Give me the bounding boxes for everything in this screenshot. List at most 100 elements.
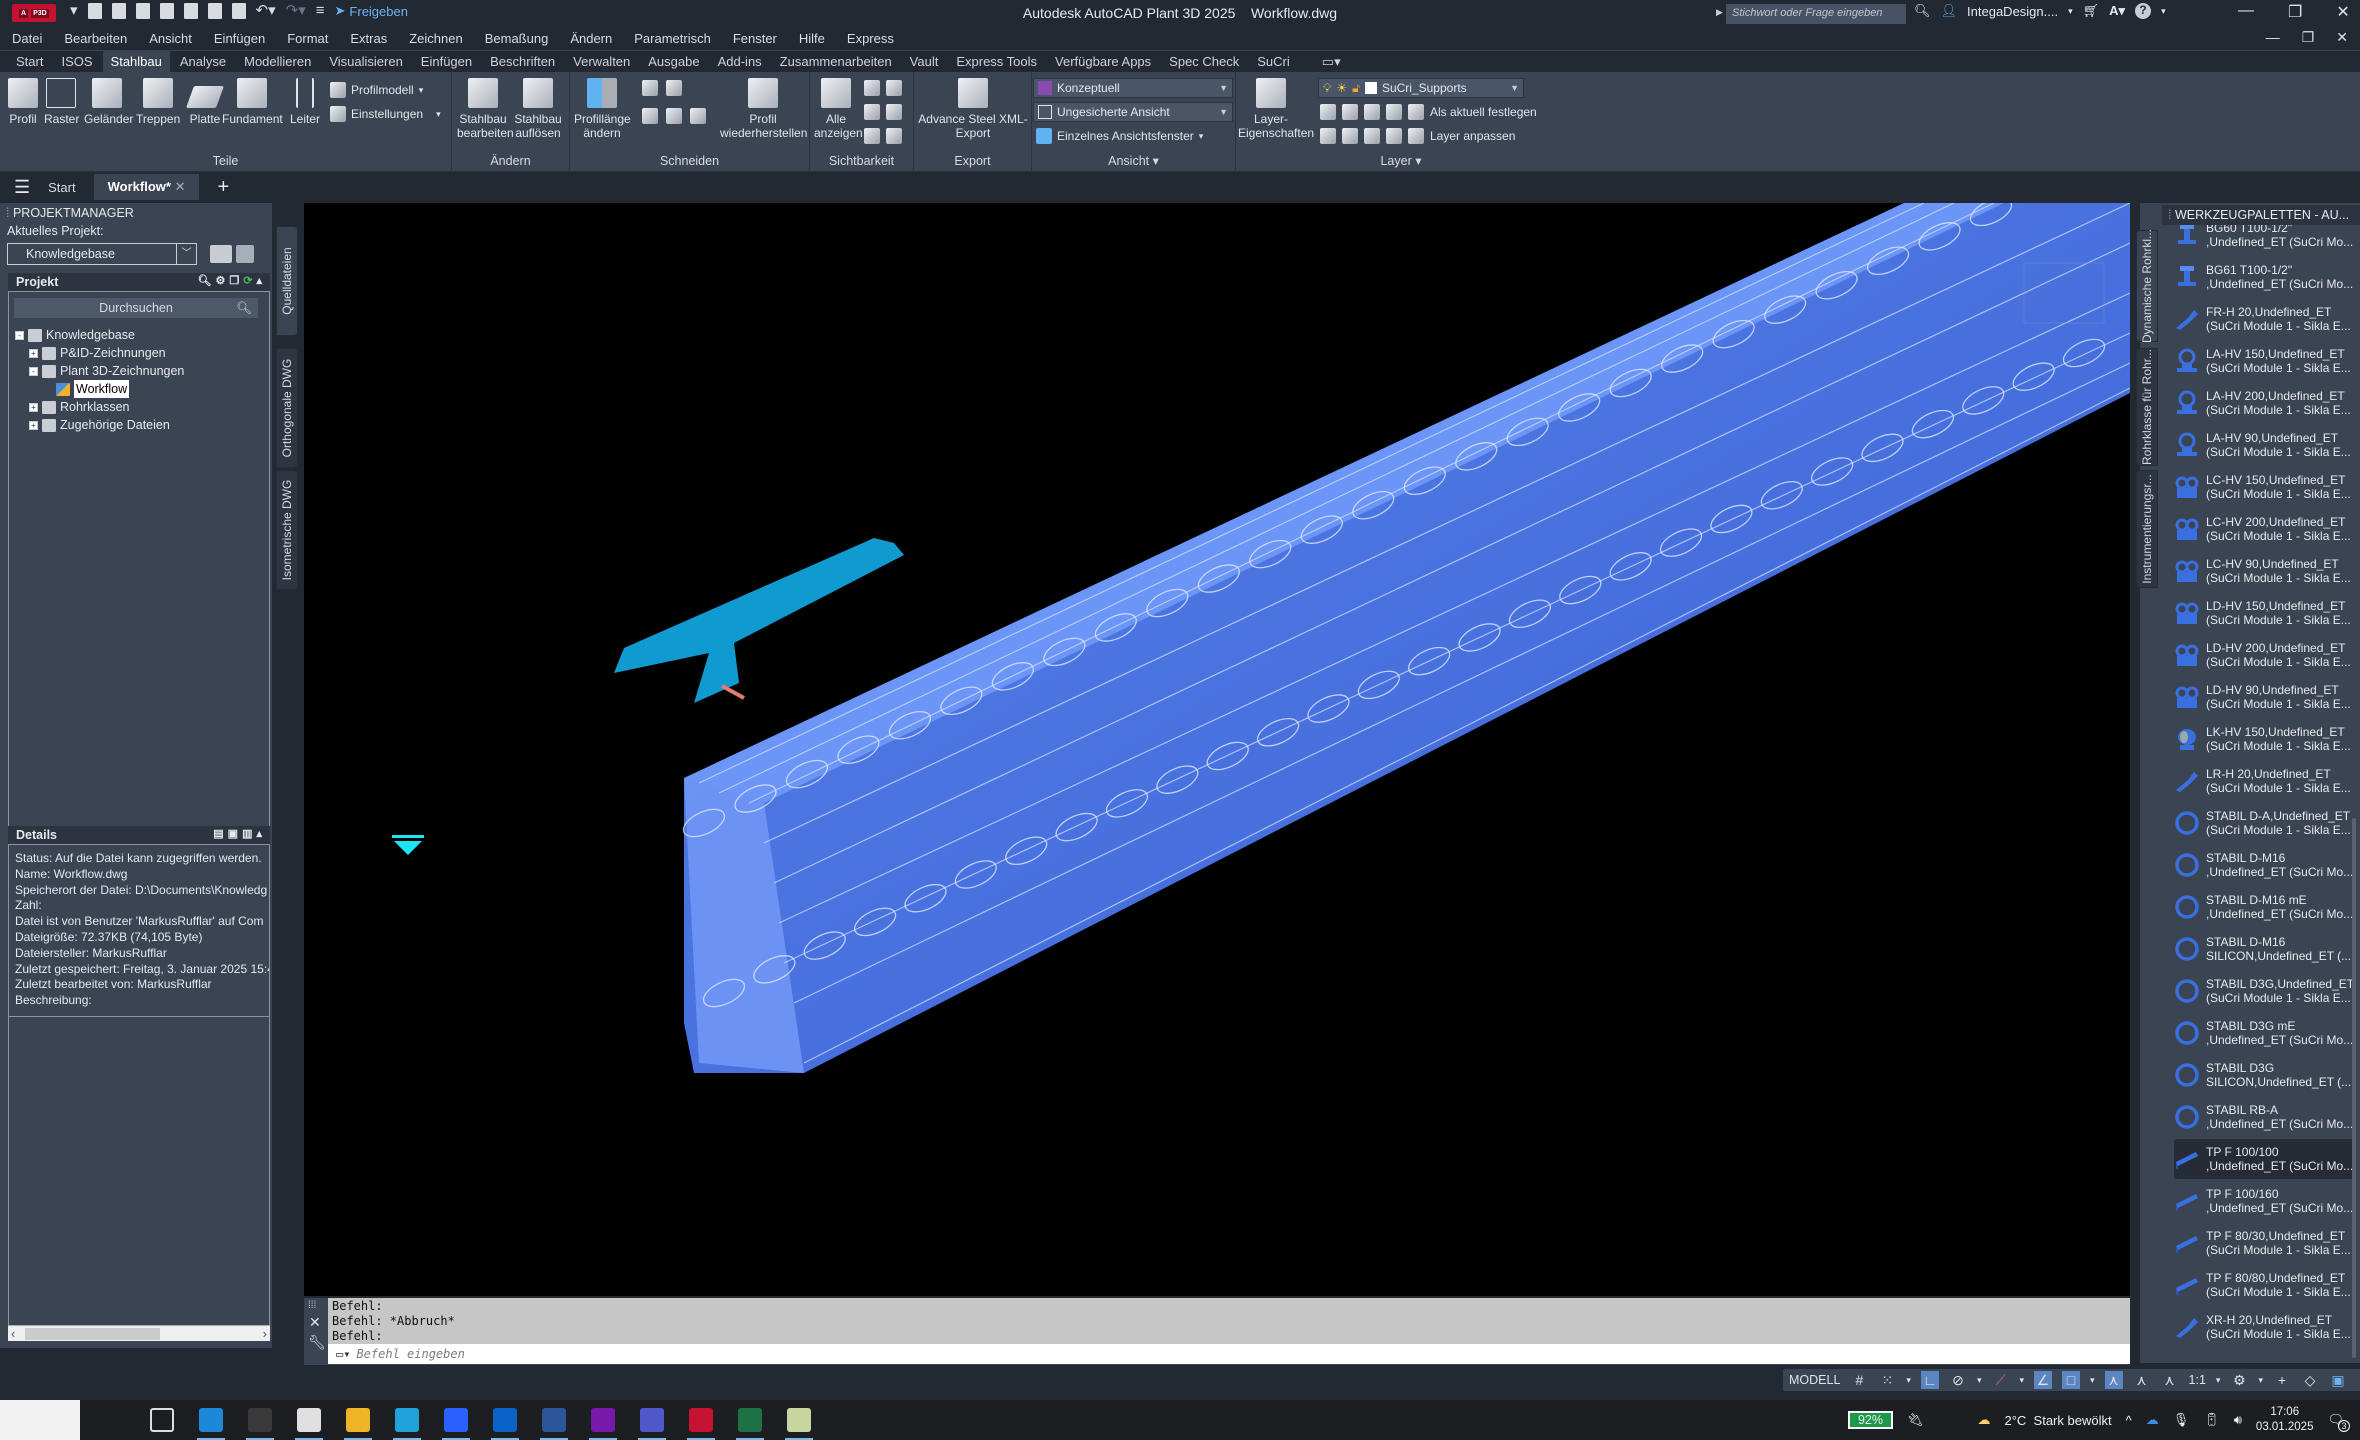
project-search-input[interactable]: Durchsuchen 🔍︎ [14,298,258,318]
leiter-button[interactable]: Leiter [288,78,322,126]
ribbon-tab-verwalten[interactable]: Verwalten [565,51,638,72]
refresh-icon[interactable]: ⟳ [243,274,252,287]
show-selected-icon[interactable] [886,104,902,120]
annotation-visibility-icon[interactable]: ⋏ [2104,1371,2123,1389]
object-snap-tracking-icon[interactable]: ∠ [2034,1371,2052,1389]
palette-item[interactable]: STABIL D-M16 ,Undefined_ET (SuCri Mo... [2174,845,2354,885]
taskbar-app-task-view[interactable] [150,1408,174,1432]
chevron-down-icon[interactable]: ▾ [1977,1375,1982,1386]
einstellungen-dropdown[interactable]: Einstellungen ▾ [330,106,441,122]
isolate-objects-icon[interactable]: ◇ [2301,1371,2319,1389]
isolate-icon[interactable] [864,80,880,96]
menu-express[interactable]: Express [847,31,906,46]
menu-format[interactable]: Format [287,31,340,46]
taskbar-app-onenote[interactable] [589,1408,617,1440]
onedrive-icon[interactable]: ☁ [2146,1412,2159,1428]
layer-dropdown[interactable]: 💡︎ ☀ 🔓︎ SuCri_Supports ▼ [1318,78,1524,98]
toggle-icon[interactable] [864,128,880,144]
grid-icon[interactable]: # [1850,1371,1868,1389]
palette-item[interactable]: LR-H 20,Undefined_ET (SuCri Module 1 - Si… [2174,761,2354,801]
command-input[interactable]: ▭▾ Befehl eingeben [328,1344,2130,1364]
copy-icon[interactable]: ❐ [229,274,239,287]
annotation-scale-icon[interactable]: ⋏ [2161,1371,2179,1389]
search-icon[interactable]: 🔍︎ [1914,3,1931,19]
layer-off-icon[interactable] [1320,104,1336,120]
annotation-scale-value[interactable]: 1:1 [2189,1373,2206,1387]
clock[interactable]: 17:06 03.01.2025 [2256,1405,2314,1435]
hide-selected-icon[interactable] [864,104,880,120]
drawing-viewport[interactable] [304,203,2130,1296]
taskbar-app-teams[interactable] [638,1408,666,1440]
side-tab-orthogonale-dwg[interactable]: Orthogonale DWG [276,348,298,468]
restore-icon[interactable]: ❐ [2288,2,2302,22]
profilmodell-dropdown[interactable]: Profilmodell ▾ [330,82,423,98]
palette-item[interactable]: LC-HV 200,Undefined_ET (SuCri Module 1 - … [2174,509,2354,549]
doc-close-icon[interactable]: ✕ [2336,29,2348,46]
tree-node[interactable]: - Knowledgebase [15,326,184,344]
menu-zeichnen[interactable]: Zeichnen [409,31,474,46]
treppen-button[interactable]: Treppen [136,78,180,126]
tab-start[interactable]: Start [48,180,75,195]
taskbar-app-outlook[interactable] [491,1408,519,1440]
palette-tab-rohrklasse[interactable]: Rohrklasse für Rohr... [2136,348,2158,466]
taskbar-app-autocad-plant-3d[interactable] [687,1408,715,1440]
tree-node[interactable]: Workflow [15,380,184,398]
close-icon[interactable]: ✕ [309,1314,321,1331]
user-icon[interactable]: 👤︎ [1941,3,1958,19]
cut-icon[interactable] [642,80,658,96]
palette-item[interactable]: LA-HV 200,Undefined_ET (SuCri Module 1 - … [2174,383,2354,423]
collapse-icon[interactable]: - [15,330,24,340]
palette-item[interactable]: STABIL RB-A ,Undefined_ET (SuCri Mo... [2174,1097,2354,1137]
model-space-button[interactable]: MODELL [1789,1373,1840,1387]
palette-item[interactable]: TP F 80/30,Undefined_ET (SuCri Module 1 -… [2174,1223,2354,1263]
chevron-down-icon[interactable]: ▾ [1906,1375,1911,1386]
palette-item[interactable]: BG61 T100-1/2" ,Undefined_ET (SuCri Mo... [2174,257,2354,297]
visual-style-dropdown[interactable]: Konzeptuell ▼ [1033,78,1233,98]
user-account-menu[interactable]: IntegaDesign.... [1967,4,2058,19]
match-layer-button[interactable]: Layer anpassen [1430,129,1515,143]
ortho-icon[interactable]: ∟ [1920,1371,1939,1389]
search-expand-icon[interactable]: ▶ [1716,7,1723,18]
advance-steel-export-button[interactable]: Advance Steel XML- Export [916,78,1030,140]
doc-restore-icon[interactable]: ❐ [2302,29,2315,46]
profil-button[interactable]: Profil [6,78,40,126]
layer-on-icon[interactable] [1320,128,1336,144]
ribbon-tab-ausgabe[interactable]: Ausgabe [640,51,707,72]
menu-einfügen[interactable]: Einfügen [214,31,277,46]
project-settings-icon[interactable]: ⚙ [216,274,226,287]
ribbon-tab-vault[interactable]: Vault [902,51,947,72]
menu-bemaßung[interactable]: Bemaßung [485,31,561,46]
channel-profile-body[interactable] [684,203,2130,1073]
menu-fenster[interactable]: Fenster [733,31,789,46]
taskbar-app-miro[interactable] [442,1408,470,1440]
power-icon[interactable]: 🔋︎ [2203,1412,2220,1428]
ribbon-tab-start[interactable]: Start [8,51,51,72]
crosshair-plus-icon[interactable]: + [2273,1371,2291,1389]
gelaender-button[interactable]: Geländer [84,78,133,126]
palette-item[interactable]: LD-HV 90,Undefined_ET (SuCri Module 1 - S… [2174,677,2354,717]
grip-icon[interactable]: ⁞⁞⁞ [308,1300,316,1311]
collapse-icon[interactable]: - [29,366,38,376]
profil-wiederherstellen-button[interactable]: Profil wiederherstellen [720,78,807,140]
ribbon-tab-add-ins[interactable]: Add-ins [710,51,770,72]
chevron-down-icon[interactable]: ▾ [2090,1375,2095,1386]
print-icon[interactable] [210,245,232,263]
menu-ändern[interactable]: Ändern [570,31,624,46]
file-details-icon[interactable]: ▤ [213,827,223,840]
chevron-down-icon[interactable]: ▾ [2258,1375,2263,1386]
ribbon-tab-einfügen[interactable]: Einfügen [413,51,480,72]
microphone-icon[interactable]: 🎙︎ [2173,1412,2190,1428]
tree-node[interactable]: + Zugehörige Dateien [15,416,184,434]
layer-match-icon[interactable] [1342,104,1358,120]
object-snap-icon[interactable]: □ [2062,1371,2080,1389]
palette-item[interactable]: TP F 100/100 ,Undefined_ET (SuCri Mo... [2174,1139,2354,1179]
collapse-icon[interactable]: ▴ [256,274,262,287]
palette-item[interactable]: LC-HV 150,Undefined_ET (SuCri Module 1 - … [2174,467,2354,507]
palette-scrollbar[interactable] [2352,818,2356,1358]
tab-workflow[interactable]: Workflow* ✕ [93,174,200,200]
taskbar-app-edge[interactable] [393,1408,421,1440]
tree-node[interactable]: + Rohrklassen [15,398,184,416]
plant-project-icon[interactable]: ▣ [2329,1371,2347,1389]
cart-icon[interactable]: 🛒︎ [2083,3,2100,19]
minimize-icon[interactable]: — [2238,2,2254,22]
